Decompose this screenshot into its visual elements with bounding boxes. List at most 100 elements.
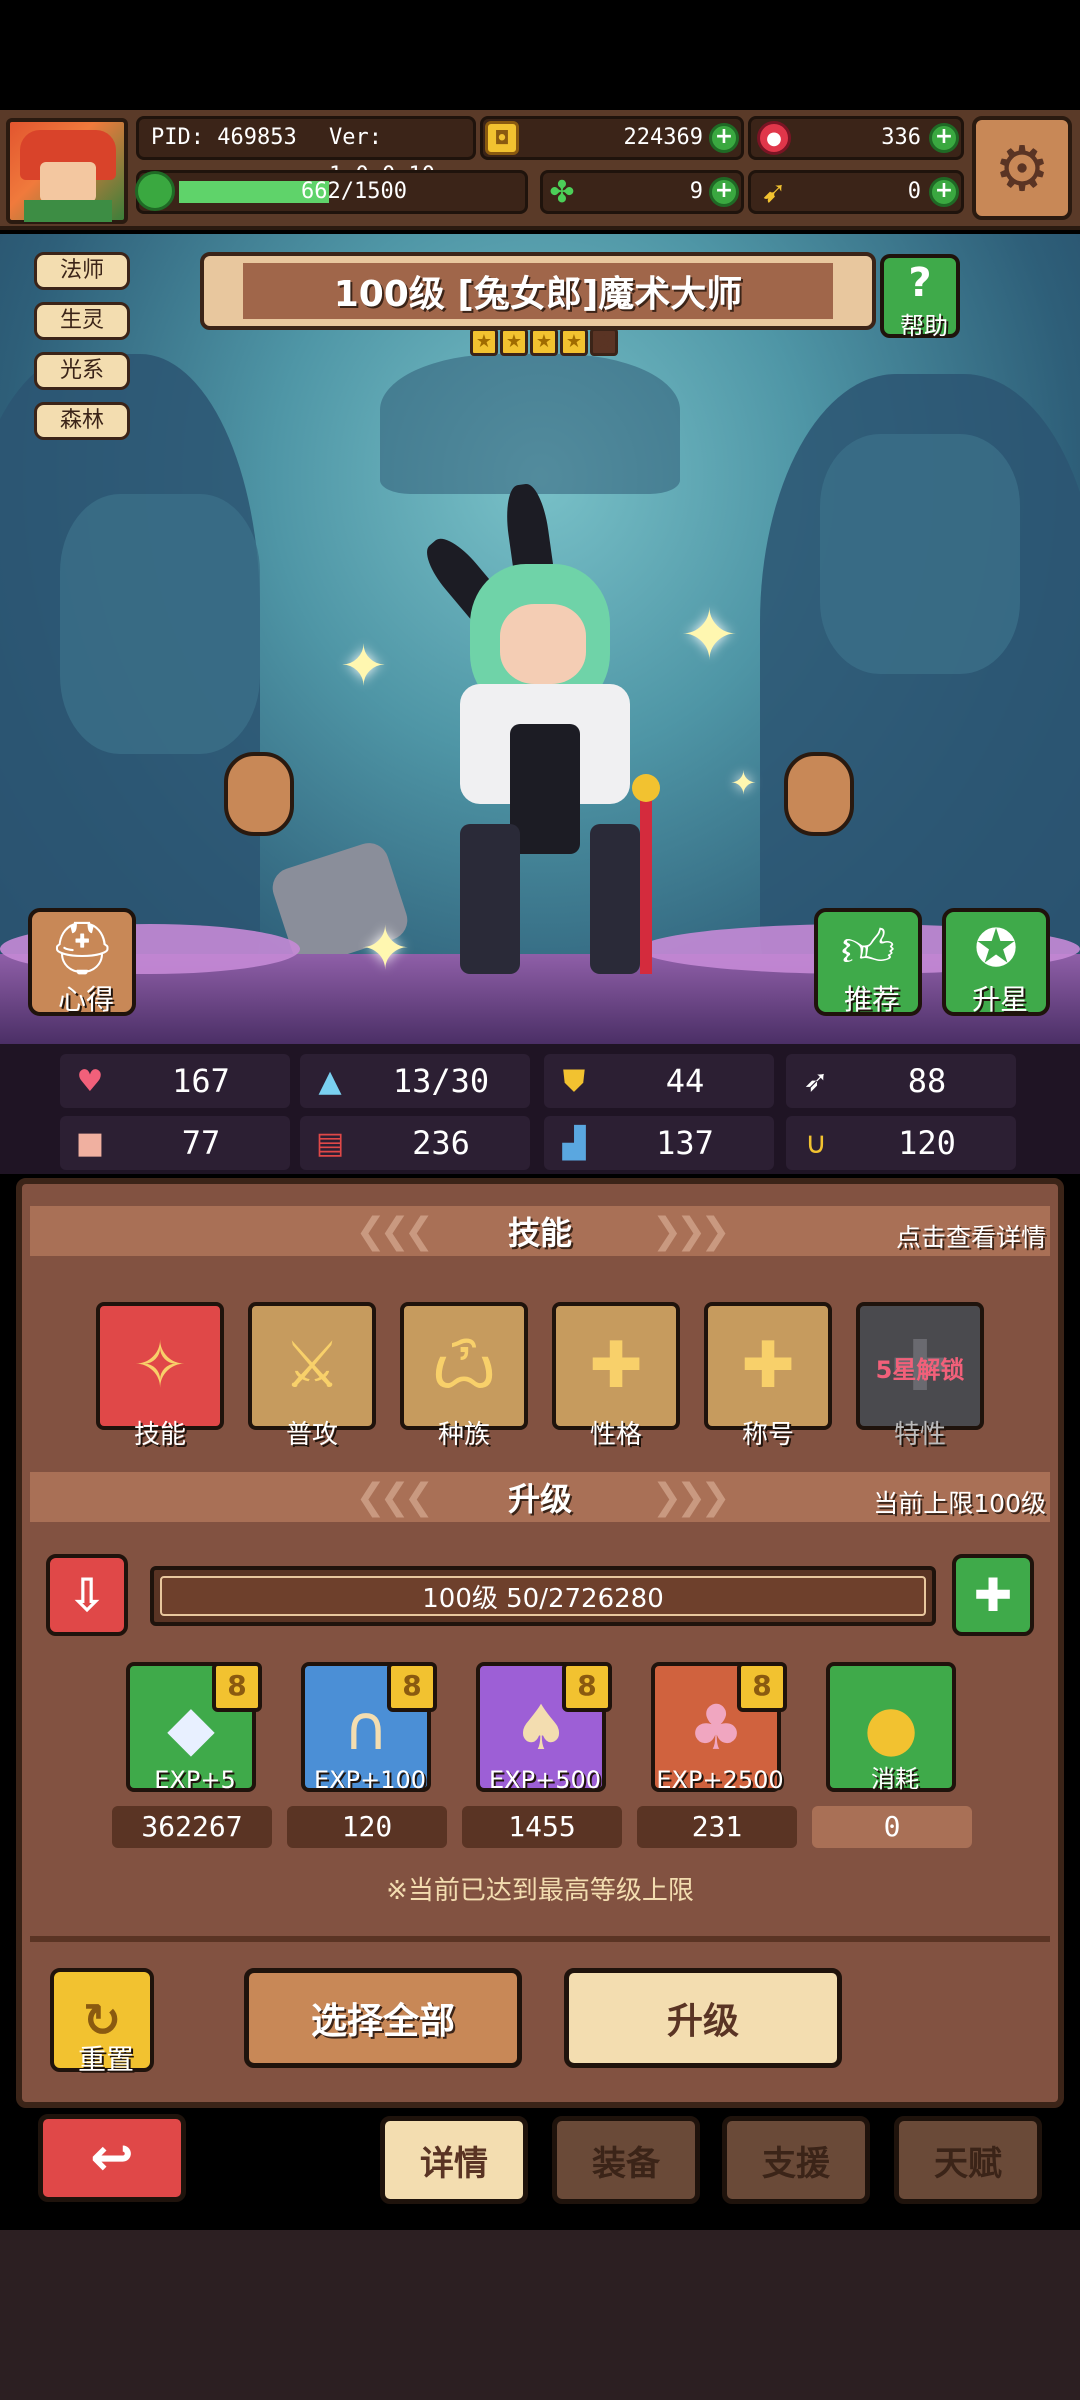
exp-item-pink-mushroom[interactable]: ♣ 8 EXP+2500 [651,1662,787,1794]
rabbit-icon: ѽ [431,1329,497,1403]
hero-title: 100级 [兔女郎]魔术大师 [243,263,833,319]
add-gold-button[interactable]: + [709,123,739,153]
stat-value: 120 [898,1124,956,1162]
reset-button[interactable]: ↻ 重置 [50,1968,154,2076]
panel-divider [30,1936,1050,1942]
tab-equipment[interactable]: 装备 [552,2116,700,2204]
arrows-left-icon: ❮❮❮ [355,1476,433,1518]
clover-icon: ✤ [549,174,575,210]
fist-icon: ■ [75,1125,105,1161]
energy-box: 662/1500 [135,170,528,214]
insight-label: 心得 [57,983,114,1016]
top-hud: PID: 469853 Ver: 1.0.0.10 ◘ 224369 + ● 3… [0,110,1080,230]
clover-box: ✤ 9 + [540,170,744,214]
trait-lock-text: 5星解锁 [875,1356,965,1384]
exp-progress-text: 100级 50/2726280 [422,1583,664,1614]
hero-leg [590,824,640,974]
upgrade-title: 升级 [507,1480,572,1518]
settings-button[interactable]: ⚙ [972,116,1072,220]
arrow-down-icon: ⇩ [67,1568,107,1622]
level-up-add-button[interactable]: ✚ [952,1554,1034,1636]
magnet-icon: ∪ [805,1125,827,1161]
star-up-button[interactable]: ✪ 升星 [942,908,1050,1016]
skills-note: 点击查看详情 [895,1223,1046,1252]
exp-item-bone[interactable]: ∩ 8 EXP+100 [301,1662,437,1794]
upgrade-button[interactable]: 升级 [564,1968,842,2068]
item-label: EXP+5 [154,1766,236,1794]
stat-value: 13/30 [392,1062,490,1100]
add-key-item-button[interactable]: + [929,177,959,207]
add-gems-button[interactable]: + [929,123,959,153]
return-arrow-icon: ↩ [90,2128,134,2188]
tree-knot-left [60,494,260,754]
star-rating: ★ ★ ★ ★ ★ [470,328,618,356]
stat-magic: ▤ 236 [300,1116,530,1170]
recommend-label: 推荐 [843,983,900,1016]
heart-icon: ♥ [76,1063,104,1099]
arrows-right-icon: ❯❯❯ [652,1210,730,1252]
tag-terrain: 森林 [34,402,130,440]
star-up-label: 升星 [971,983,1028,1016]
stat-hp: ♥ 167 [60,1054,290,1108]
skill-slot-trait[interactable]: ✚ 5星解锁 [856,1302,984,1430]
tag-race: 生灵 [34,302,130,340]
question-icon: ? [908,260,932,306]
skill-slot-skill[interactable]: ✧ [96,1302,224,1430]
avatar-body [24,200,112,222]
stat-attack: ■ 77 [60,1116,290,1170]
item-badge: 8 [387,1662,437,1712]
plus-cross-icon: ✚ [589,1329,643,1403]
tag-element: 光系 [34,352,130,390]
gold-coin-icon: ◘ [485,121,519,155]
energy-leaf-icon [135,171,175,211]
recommend-button[interactable]: 👍︎ 推荐 [814,908,922,1016]
stat-value: 137 [656,1124,714,1162]
tab-support[interactable]: 支援 [722,2116,870,2204]
item-label: 消耗 [871,1765,919,1793]
skill-slot-attack[interactable]: ⚔ [248,1302,376,1430]
right-plaque-icon[interactable] [784,752,854,836]
tag-class: 法师 [34,252,130,290]
energy-value: 662/1500 [301,179,407,204]
player-avatar[interactable] [6,118,128,224]
gear-icon: ⚙ [994,131,1050,205]
item-badge: 8 [212,1662,262,1712]
detail-panel: ❮❮❮ 技能 ❯❯❯ 点击查看详情 ✧ ⚔ ѽ ✚ ✚ ✚ 5星解锁 技能 普攻… [16,1178,1064,2108]
tree-knot-right [820,434,1020,674]
plus-icon: ✚ [973,1568,1013,1622]
left-plaque-icon[interactable] [224,752,294,836]
skill-slot-race[interactable]: ѽ [400,1302,528,1430]
level-down-button[interactable]: ⇩ [46,1554,128,1636]
tab-talent[interactable]: 天赋 [894,2116,1042,2204]
hero-leg [460,824,520,974]
skill-label: 种族 [437,1420,490,1450]
stat-agility: ▟ 137 [544,1116,774,1170]
insight-button[interactable]: ⛑ 心得 [28,908,136,1016]
skill-label: 特性 [893,1420,946,1450]
stat-value: 44 [665,1062,705,1100]
item-label: EXP+100 [314,1766,426,1794]
skill-slot-title[interactable]: ✚ [704,1302,832,1430]
stat-mana: ▲ 13/30 [300,1054,530,1108]
helmet-icon: ⛑ [48,919,115,979]
tab-details[interactable]: 详情 [380,2116,528,2204]
back-button[interactable]: ↩ [38,2114,186,2202]
exp-item-crystal[interactable]: ◆ 8 EXP+5 [126,1662,262,1794]
magic-cane [640,784,652,974]
shield-icon: ⛊ [562,1063,586,1099]
sparkle-icon: ✦ [360,914,411,984]
skills-title: 技能 [507,1214,572,1252]
select-all-button[interactable]: 选择全部 [244,1968,522,2068]
arrows-left-icon: ❮❮❮ [355,1210,433,1252]
item-count: 362267 [112,1806,272,1848]
exp-item-mushroom[interactable]: ♠ 8 EXP+500 [476,1662,612,1794]
gold-value: 224369 [623,125,703,150]
book-icon: ▤ [315,1125,345,1161]
exp-consume-slot[interactable]: ● 消耗 [826,1662,956,1793]
thumbs-up-icon: 👍︎ [840,919,896,979]
wing-icon: ➶ [803,1063,829,1099]
help-button[interactable]: ? 帮助 [880,254,960,340]
add-clover-button[interactable]: + [709,177,739,207]
skill-slot-personality[interactable]: ✚ [552,1302,680,1430]
item-label: EXP+500 [489,1766,601,1794]
